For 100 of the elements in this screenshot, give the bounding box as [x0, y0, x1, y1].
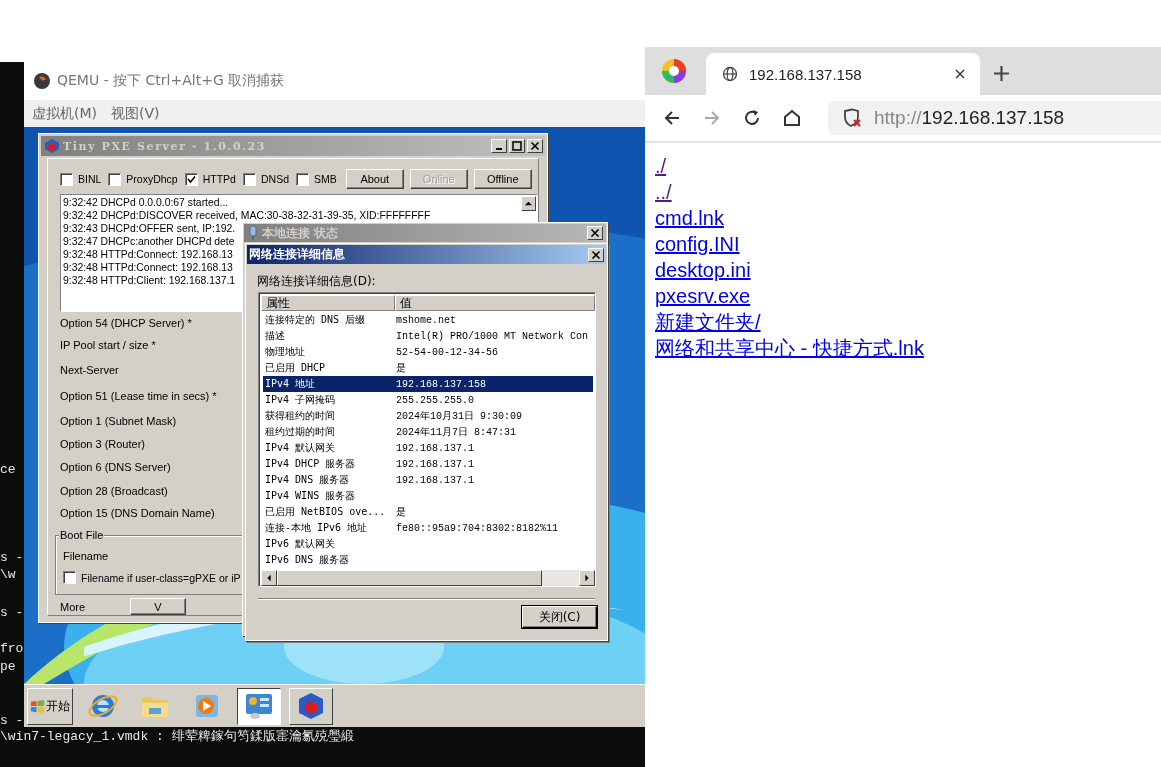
list-row[interactable]: IPv4 DHCP 服务器 192.168.137.1 — [263, 456, 593, 472]
list-row[interactable]: 描述 Intel(R) PRO/1000 MT Network Con — [263, 328, 593, 344]
property-text: 已启用 DHCP — [264, 361, 327, 375]
value-text: 2024年10月31日 9:30:09 — [396, 410, 522, 423]
field-label: Option 1 (Subnet Mask) — [60, 415, 177, 427]
list-row[interactable]: 连接-本地 IPv6 地址 fe80::95a9:704:8302:8182%11 — [263, 520, 593, 536]
checkbox[interactable] — [184, 172, 198, 186]
property-text: 连接-本地 IPv6 地址 — [264, 521, 369, 535]
taskbar-app[interactable] — [237, 687, 281, 725]
minimize-button[interactable] — [491, 139, 507, 153]
column-header[interactable]: 属性 — [261, 295, 395, 311]
menu-item[interactable]: 虚拟机(M) — [32, 104, 97, 123]
checkbox[interactable] — [63, 571, 76, 584]
expand-button[interactable]: V — [130, 598, 186, 615]
value-text: Intel(R) PRO/1000 MT Network Con — [396, 330, 589, 342]
close-button[interactable] — [587, 226, 603, 240]
field-label: Option 15 (DNS Domain Name) — [60, 507, 215, 519]
close-icon[interactable] — [954, 68, 966, 80]
value-text: 52-54-00-12-34-56 — [396, 346, 499, 358]
property-text: IPv4 子网掩码 — [264, 393, 337, 407]
list-row[interactable]: 租约过期的时间 2024年11月7日 8:47:31 — [263, 424, 593, 440]
file-link[interactable]: desktop.ini — [655, 257, 751, 283]
list-row[interactable]: IPv4 默认网关 192.168.137.1 — [263, 440, 593, 456]
qemu-icon — [33, 72, 51, 90]
property-text: IPv4 默认网关 — [264, 441, 337, 455]
property-text: IPv4 WINS 服务器 — [264, 489, 357, 503]
checkbox[interactable] — [60, 172, 73, 186]
windows-logo-icon — [30, 698, 45, 714]
checkbox-label: DNSd — [260, 173, 289, 185]
new-tab-icon[interactable] — [993, 65, 1010, 82]
file-link[interactable]: config.INI — [655, 231, 740, 257]
checkbox-label: Filename if user-class=gPXE or iP — [81, 571, 241, 584]
file-link[interactable]: pxesrv.exe — [655, 283, 751, 309]
list-row[interactable]: IPv4 地址 192.168.137.158 — [263, 376, 593, 392]
log-line: 9:32:48 HTTPd:Client: 192.168.137.1 — [63, 274, 236, 287]
right-arrow-icon — [583, 574, 591, 582]
checkbox[interactable] — [108, 172, 122, 186]
file-link[interactable]: ../ — [655, 179, 672, 205]
file-link[interactable]: ./ — [655, 153, 667, 179]
address-bar[interactable]: http://192.168.137.158 — [828, 101, 1161, 135]
start-button[interactable]: 开始 — [27, 687, 73, 725]
value-text: 是 — [396, 506, 406, 519]
scroll-up-button[interactable] — [521, 196, 536, 211]
list-row[interactable]: IPv4 WINS 服务器 — [263, 488, 593, 504]
close-button[interactable]: 关闭(C) — [522, 606, 597, 628]
close-button[interactable] — [527, 139, 543, 153]
property-text: 描述 — [264, 329, 286, 343]
property-text: IPv6 默认网关 — [264, 537, 337, 551]
horizontal-scrollbar[interactable] — [261, 570, 595, 586]
column-header[interactable]: 值 — [395, 295, 595, 311]
log-line: 9:32:47 DHCPc:another DHCPd dete — [63, 235, 235, 248]
list-row[interactable]: 已启用 NetBIOS ove... 是 — [263, 504, 593, 520]
close-button[interactable] — [588, 247, 604, 262]
property-text: 获得租约的时间 — [264, 409, 336, 423]
left-arrow-icon — [265, 574, 273, 582]
maximize-button[interactable] — [509, 139, 525, 153]
checkbox-label: SMB — [314, 173, 337, 185]
list-label: 网络连接详细信息(D): — [257, 273, 376, 290]
reload-icon[interactable] — [742, 108, 762, 128]
window-title: 本地连接 状态 — [262, 224, 340, 242]
property-text: 租约过期的时间 — [264, 425, 336, 439]
log-line: 9:32:43 DHCPd:OFFER sent, IP:192. — [63, 222, 236, 235]
file-link[interactable]: 新建文件夹/ — [655, 309, 761, 335]
menu-item[interactable]: 视图(V) — [111, 104, 160, 123]
field-label: IP Pool start / size * — [60, 339, 156, 351]
checkbox-label: BINL — [78, 173, 102, 185]
toolbar-button[interactable]: Offline — [473, 169, 532, 189]
minimize-icon — [496, 147, 502, 150]
terminal-text: pe — [0, 659, 16, 675]
window-title: Tiny PXE Server - 1.0.0.23 — [63, 139, 268, 153]
list-row[interactable]: 已启用 DHCP 是 — [263, 360, 593, 376]
checkbox[interactable] — [242, 172, 256, 186]
network-adapter-icon — [248, 225, 258, 241]
list-row[interactable]: 物理地址 52-54-00-12-34-56 — [263, 344, 593, 360]
close-icon — [530, 141, 540, 151]
toolbar-button[interactable]: About — [345, 169, 404, 189]
file-link[interactable]: 网络和共享中心 - 快捷方式.lnk — [655, 335, 924, 361]
list-row[interactable]: IPv4 DNS 服务器 192.168.137.1 — [263, 472, 593, 488]
list-row[interactable]: 获得租约的时间 2024年10月31日 9:30:09 — [263, 408, 593, 424]
list-row[interactable]: IPv6 DNS 服务器 — [263, 552, 593, 568]
browser-tab[interactable]: 192.168.137.158 — [706, 53, 980, 95]
property-text: IPv4 DNS 服务器 — [264, 473, 351, 487]
terminal-text: \win7-legacy_1.vmdk : 绯荤粺鎵句笉鍒版寚瀹氱殑璺緞 — [0, 729, 354, 745]
file-link[interactable]: cmd.lnk — [655, 205, 724, 231]
value-text: 2024年11月7日 8:47:31 — [396, 426, 516, 439]
list-row[interactable]: IPv4 子网掩码 255.255.255.0 — [263, 392, 593, 408]
property-text: 已启用 NetBIOS ove... — [264, 505, 387, 519]
close-icon — [591, 249, 601, 260]
close-icon — [590, 228, 600, 238]
maximize-icon — [512, 141, 522, 151]
home-icon[interactable] — [782, 108, 802, 128]
value-text: 255.255.255.0 — [396, 394, 474, 406]
terminal-text: s - — [0, 550, 24, 566]
value-text: fe80::95a9:704:8302:8182%11 — [396, 522, 559, 534]
globe-icon — [722, 66, 738, 82]
checkbox[interactable] — [296, 172, 309, 186]
value-text: 192.168.137.1 — [396, 442, 474, 454]
list-row[interactable]: IPv6 默认网关 — [263, 536, 593, 552]
log-line: 9:32:48 HTTPd:Connect: 192.168.13 — [63, 261, 233, 274]
list-row[interactable]: 连接特定的 DNS 后缀 mshome.net — [263, 312, 593, 328]
